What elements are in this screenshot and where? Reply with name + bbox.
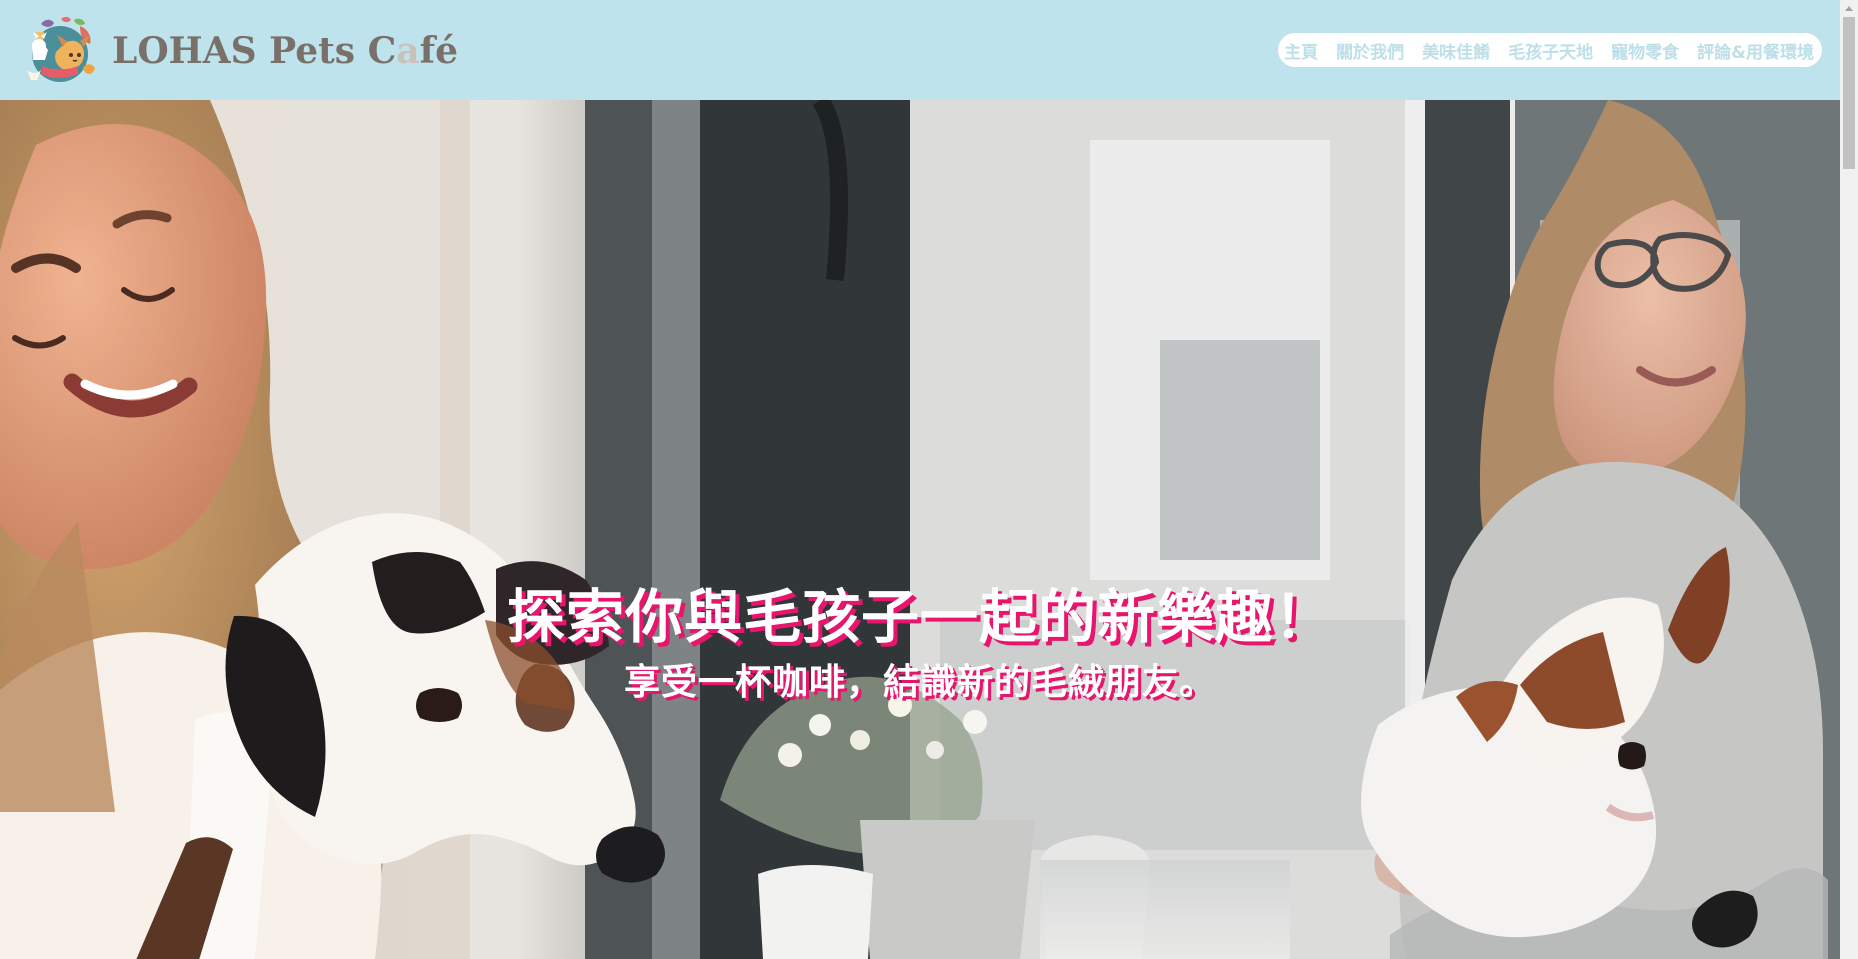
scroll-up-icon[interactable] xyxy=(1840,0,1858,17)
main-nav: 主頁 關於我們 美味佳餚 毛孩子天地 寵物零食 評論&用餐環境 xyxy=(1278,33,1822,67)
nav-about[interactable]: 關於我們 xyxy=(1336,38,1404,63)
nav-home[interactable]: 主頁 xyxy=(1284,38,1318,63)
brand-title-faded-letter: a xyxy=(396,30,420,72)
scroll-thumb[interactable] xyxy=(1843,17,1855,169)
nav-pet-area[interactable]: 毛孩子天地 xyxy=(1508,38,1593,63)
brand-title-end: fé xyxy=(419,30,458,72)
nav-pet-snacks[interactable]: 寵物零食 xyxy=(1611,38,1679,63)
page: LOHAS Pets Café 主頁 關於我們 美味佳餚 毛孩子天地 寵物零食 … xyxy=(0,0,1858,959)
brand-title-main: LOHAS Pets C xyxy=(112,30,397,72)
nav-reviews-dining[interactable]: 評論&用餐環境 xyxy=(1697,38,1814,63)
hero-headline: 探索你與毛孩子一起的新樂趣！ xyxy=(506,583,1333,651)
pet-cafe-logo-icon xyxy=(22,12,98,88)
brand-title: LOHAS Pets Café xyxy=(112,30,458,72)
woman-with-dogs-photo xyxy=(0,100,1840,959)
hero-banner: 探索你與毛孩子一起的新樂趣！ 享受一杯咖啡，結識新的毛絨朋友。 xyxy=(0,100,1840,959)
nav-cuisine[interactable]: 美味佳餚 xyxy=(1422,38,1490,63)
hero-subline: 享受一杯咖啡，結識新的毛絨朋友。 xyxy=(623,662,1216,703)
site-header: LOHAS Pets Café 主頁 關於我們 美味佳餚 毛孩子天地 寵物零食 … xyxy=(0,0,1840,100)
brand[interactable]: LOHAS Pets Café xyxy=(18,0,458,100)
vertical-scrollbar[interactable] xyxy=(1840,0,1858,959)
